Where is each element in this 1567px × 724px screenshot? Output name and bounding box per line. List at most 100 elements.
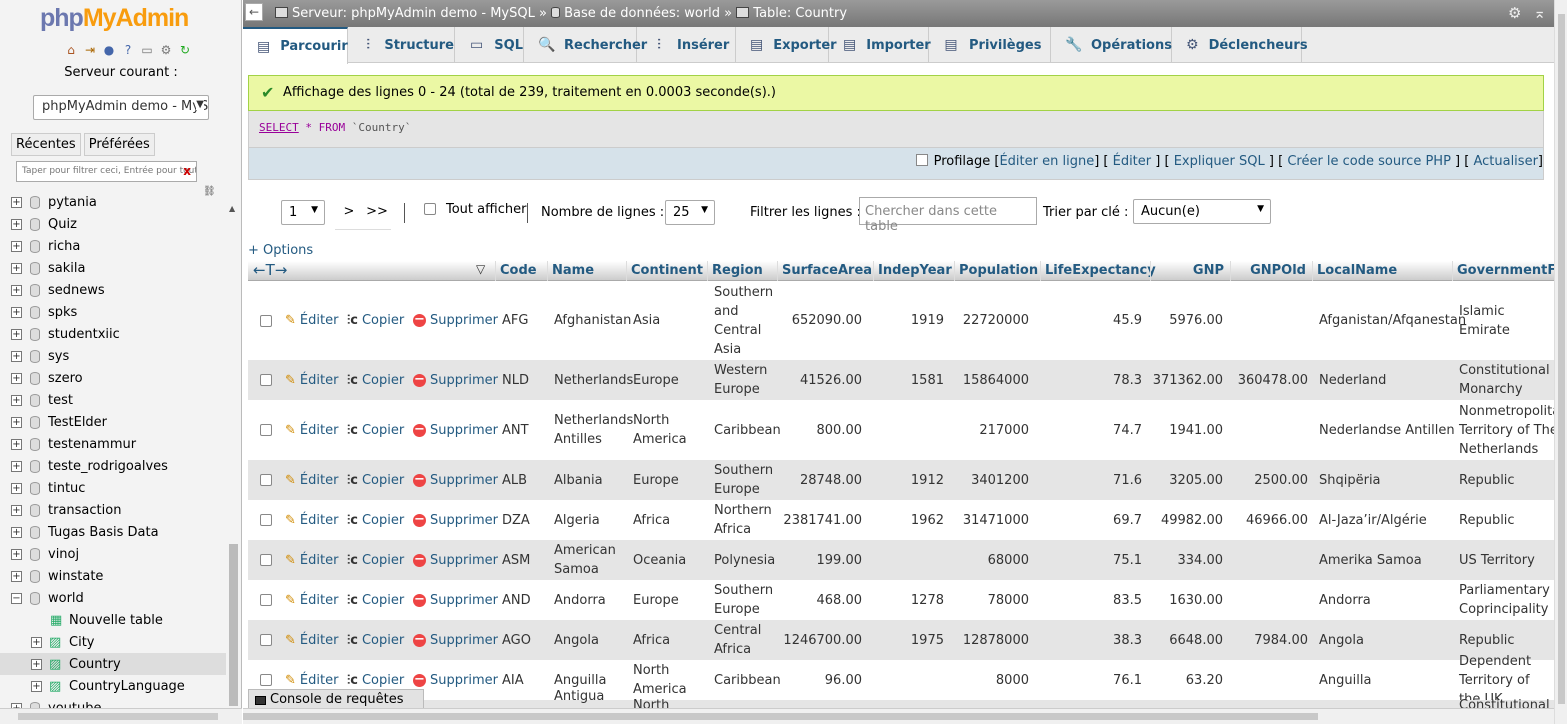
- next-page-button[interactable]: >: [335, 196, 363, 230]
- cell-name[interactable]: Netherlands: [554, 360, 633, 400]
- cell-name[interactable]: Angola: [554, 620, 632, 660]
- expand-icon[interactable]: +: [11, 284, 22, 296]
- tree-item[interactable]: + Tugas Basis Data: [0, 521, 226, 543]
- tree-item[interactable]: + ▨ Country: [0, 653, 226, 675]
- row-checkbox[interactable]: [260, 674, 272, 686]
- tab-privileges[interactable]: ▤ Privilèges: [929, 27, 1051, 63]
- expand-icon[interactable]: +: [31, 658, 42, 670]
- cell-name[interactable]: Netherlands Antilles: [554, 400, 633, 460]
- cell-population[interactable]: 217000: [957, 400, 1029, 460]
- cell-region[interactable]: Southern and Central Asia: [714, 281, 782, 360]
- table-row[interactable]: ✎ Éditer ⫶c Copier − Supprimer NLD Netherlands E…: [248, 360, 1554, 400]
- row-edit-button[interactable]: ✎Éditer: [285, 370, 338, 390]
- cell-gnp[interactable]: 1630.00: [1153, 580, 1223, 620]
- table-row[interactable]: ✎ Éditer ⫶c Copier − Supprimer ALB Albania Europ…: [248, 460, 1554, 500]
- filter-rows-input[interactable]: Chercher dans cette table: [859, 197, 1037, 234]
- row-delete-button[interactable]: −Supprimer: [413, 311, 498, 331]
- cell-continent[interactable]: Europe: [633, 580, 713, 620]
- table-row[interactable]: ✎ Éditer ⫶c Copier − Supprimer ASM American Sam…: [248, 540, 1554, 580]
- tab-operations[interactable]: 🔧 Opérations: [1051, 27, 1172, 63]
- cell-continent[interactable]: North America: [633, 400, 713, 460]
- cell-localname[interactable]: Antigua and Barbuda: [1319, 700, 1457, 709]
- cell-region[interactable]: Caribbean: [714, 700, 782, 709]
- cell-governmentfo[interactable]: Republic: [1459, 460, 1554, 500]
- column-header[interactable]: GovernmentFo: [1452, 261, 1554, 281]
- row-edit-button[interactable]: ✎Éditer: [285, 470, 338, 490]
- expand-icon[interactable]: +: [11, 526, 22, 538]
- column-header[interactable]: LifeExpectancy: [1040, 261, 1156, 281]
- tree-item[interactable]: + testenammur: [0, 433, 226, 455]
- reload-icon[interactable]: ↻: [177, 42, 193, 58]
- tree-item[interactable]: + tintuc: [0, 477, 226, 499]
- cell-governmentfo[interactable]: Parliamentary Coprincipality: [1459, 580, 1554, 620]
- cell-surfacearea[interactable]: 2381741.00: [780, 500, 862, 540]
- cell-indepyear[interactable]: 1278: [876, 580, 944, 620]
- explain-sql-link[interactable]: Expliquer SQL: [1174, 154, 1265, 169]
- cell-lifeexpectancy[interactable]: 74.7: [1043, 400, 1142, 460]
- cell-code[interactable]: AND: [502, 580, 552, 620]
- cell-population[interactable]: 68000: [957, 700, 1029, 709]
- tree-item[interactable]: + Quiz: [0, 213, 226, 235]
- row-edit-button[interactable]: ✎Éditer: [285, 590, 338, 610]
- row-delete-button[interactable]: −Supprimer: [413, 370, 498, 390]
- cell-region[interactable]: Caribbean: [714, 660, 782, 700]
- collapse-top-icon[interactable]: ⌅: [1533, 4, 1546, 22]
- sql-console-tab[interactable]: Console de requêtes SQL: [248, 689, 424, 722]
- cell-name[interactable]: Algeria: [554, 500, 632, 540]
- cell-region[interactable]: Central Africa: [714, 620, 782, 660]
- cell-continent[interactable]: North America: [633, 698, 713, 708]
- cell-surfacearea[interactable]: 28748.00: [780, 460, 862, 500]
- tree-item[interactable]: − world: [0, 587, 226, 609]
- cell-region[interactable]: Northern Africa: [714, 500, 782, 540]
- cell-region[interactable]: Polynesia: [714, 540, 782, 580]
- sort-key-select[interactable]: Aucun(e) ▼: [1133, 199, 1271, 224]
- expand-icon[interactable]: +: [31, 680, 42, 692]
- cell-population[interactable]: 8000: [957, 660, 1029, 700]
- cell-lifeexpectancy[interactable]: 71.6: [1043, 460, 1142, 500]
- cell-gnpold[interactable]: [1233, 580, 1308, 620]
- cell-region[interactable]: Caribbean: [714, 400, 782, 460]
- tree-item[interactable]: + ▨ CountryLanguage: [0, 675, 226, 697]
- cell-gnpold[interactable]: 360478.00: [1233, 360, 1308, 400]
- row-delete-button[interactable]: −Supprimer: [413, 550, 498, 570]
- cell-continent[interactable]: Oceania: [633, 540, 713, 580]
- cell-gnpold[interactable]: 7984.00: [1233, 620, 1308, 660]
- breadcrumb-database[interactable]: Base de données: world: [564, 6, 720, 21]
- cell-code[interactable]: NLD: [502, 360, 552, 400]
- nav-horizontal-scrollbar[interactable]: [0, 708, 242, 724]
- tab-browse[interactable]: ▤ Parcourir: [243, 27, 348, 64]
- cell-population[interactable]: 15864000: [957, 360, 1029, 400]
- cell-lifeexpectancy[interactable]: 75.1: [1043, 540, 1142, 580]
- row-edit-button[interactable]: ✎Éditer: [285, 510, 338, 530]
- row-checkbox[interactable]: [260, 314, 272, 327]
- row-copy-button[interactable]: ⫶cCopier: [347, 630, 404, 650]
- table-row[interactable]: ✎ Éditer ⫶c Copier − Supprimer AND Andorra Europ…: [248, 580, 1554, 620]
- row-edit-button[interactable]: ✎Éditer: [285, 630, 338, 650]
- cell-region[interactable]: Southern Europe: [714, 460, 782, 500]
- cell-population[interactable]: 68000: [957, 540, 1029, 580]
- tab-insert[interactable]: ⫶ Insérer: [637, 27, 736, 63]
- cell-gnp[interactable]: 612.00: [1153, 700, 1224, 709]
- tree-item[interactable]: + spks: [0, 301, 226, 323]
- cell-indepyear[interactable]: 1962: [876, 500, 944, 540]
- cell-localname[interactable]: Anguilla: [1319, 660, 1457, 700]
- cell-localname[interactable]: Nederlandse Antillen: [1319, 400, 1457, 460]
- cell-surfacearea[interactable]: 1246700.00: [780, 620, 862, 660]
- tree-item[interactable]: + studentxiic: [0, 323, 226, 345]
- cell-localname[interactable]: Andorra: [1319, 580, 1457, 620]
- row-edit-button[interactable]: ✎Éditer: [285, 311, 338, 331]
- cell-gnp[interactable]: 371362.00: [1153, 360, 1223, 400]
- cell-governmentfo[interactable]: Dependent Territory of the UK: [1459, 654, 1554, 707]
- expand-icon[interactable]: +: [11, 438, 22, 450]
- cell-gnp[interactable]: 5976.00: [1153, 281, 1223, 360]
- cell-governmentfo[interactable]: US Territory: [1459, 540, 1554, 580]
- expand-icon[interactable]: +: [31, 636, 42, 648]
- cell-name[interactable]: Andorra: [554, 580, 632, 620]
- cell-code[interactable]: ANT: [502, 400, 552, 460]
- cell-region[interactable]: Southern Europe: [714, 580, 782, 620]
- tab-import[interactable]: ▤ Importer: [829, 27, 931, 63]
- cell-continent[interactable]: Africa: [633, 620, 713, 660]
- cell-surfacearea[interactable]: 652090.00: [780, 281, 862, 360]
- cell-population[interactable]: 3401200: [957, 460, 1029, 500]
- row-copy-button[interactable]: ⫶cCopier: [347, 470, 404, 490]
